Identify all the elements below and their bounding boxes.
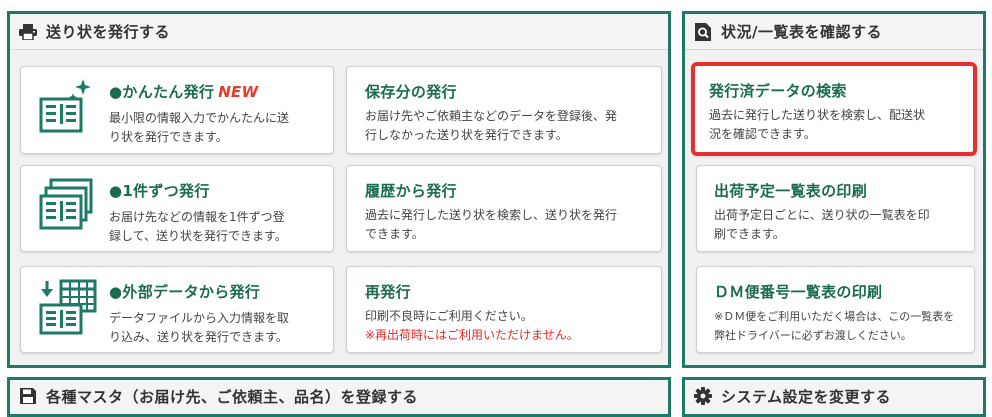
history-issue-title: 履歴から発行 bbox=[365, 182, 457, 200]
issue-panel: 送り状を発行する ●かんたん発行 NEW 最小限の情報入力でかんたんに送 り状を発… bbox=[7, 11, 671, 368]
new-badge: NEW bbox=[218, 83, 259, 101]
shipment-schedule-desc-line-2: 刷できます。 bbox=[714, 227, 785, 241]
easy-issue-desc-line-2: り状を発行できます。 bbox=[109, 130, 228, 144]
dm-number-list-print-card[interactable]: ＤＭ便番号一覧表の印刷 ※ＤＭ便をご利用いただく場合は、この一覧表を 弊社ドライ… bbox=[696, 266, 975, 353]
easy-issue-title: ●かんたん発行 bbox=[109, 83, 215, 101]
master-panel: 各種マスタ（お届け先、ご依頼主、品名）を登録する bbox=[7, 377, 671, 417]
system-panel-title: システム設定を変更する bbox=[721, 387, 892, 406]
external-data-issue-desc-line-1: データファイルから入力情報を取 bbox=[109, 311, 290, 325]
issued-data-search-description: 過去に発行した送り状を検索し、配送状 況を確認できます。 bbox=[709, 106, 925, 144]
reissue-desc-line-1: 印刷不良時にご利用ください。 bbox=[365, 309, 533, 323]
document-search-icon bbox=[693, 22, 713, 42]
external-data-issue-description: データファイルから入力情報を取 り込み、送り状を発行できます。 bbox=[109, 309, 289, 347]
saved-issue-description: お届け先やご依頼主などのデータを登録後、発 行しなかった送り状を発行できます。 bbox=[365, 107, 617, 145]
single-issue-desc-line-2: 録して、送り状を発行できます。 bbox=[109, 229, 287, 243]
history-issue-desc-line-1: 過去に発行した送り状を検索し、送り状を発行 bbox=[365, 208, 618, 222]
system-panel-header[interactable]: システム設定を変更する bbox=[685, 380, 983, 412]
master-panel-header[interactable]: 各種マスタ（お届け先、ご依頼主、品名）を登録する bbox=[10, 380, 668, 412]
data-import-icon bbox=[39, 275, 99, 341]
issue-panel-header: 送り状を発行する bbox=[10, 14, 668, 50]
dm-number-list-print-title: ＤＭ便番号一覧表の印刷 bbox=[714, 283, 883, 301]
single-issue-title: ●1件ずつ発行 bbox=[109, 182, 210, 200]
single-issue-description: お届け先などの情報を1件ずつ登 録して、送り状を発行できます。 bbox=[109, 208, 287, 246]
issued-data-search-desc-line-1: 過去に発行した送り状を検索し、配送状 bbox=[709, 108, 926, 122]
history-issue-card[interactable]: 履歴から発行 過去に発行した送り状を検索し、送り状を発行 できます。 bbox=[346, 165, 662, 252]
saved-issue-desc-line-1: お届け先やご依頼主などのデータを登録後、発 bbox=[365, 109, 618, 123]
reissue-title: 再発行 bbox=[365, 283, 411, 301]
history-issue-description: 過去に発行した送り状を検索し、送り状を発行 できます。 bbox=[365, 206, 617, 244]
saved-issue-title: 保存分の発行 bbox=[365, 83, 457, 101]
easy-issue-card[interactable]: ●かんたん発行 NEW 最小限の情報入力でかんたんに送 り状を発行できます。 bbox=[20, 66, 334, 154]
easy-issue-description: 最小限の情報入力でかんたんに送 り状を発行できます。 bbox=[109, 109, 289, 147]
easy-issue-desc-line-1: 最小限の情報入力でかんたんに送 bbox=[109, 111, 290, 125]
system-panel: システム設定を変更する bbox=[682, 377, 986, 417]
dm-number-list-print-description: ※ＤＭ便をご利用いただく場合は、この一覧表を 弊社ドライバーに必ずお渡しください… bbox=[714, 307, 954, 345]
easy-issue-title-row: ●かんたん発行 NEW bbox=[109, 81, 258, 102]
stacked-labels-icon bbox=[39, 178, 95, 244]
shipment-schedule-desc-line-1: 出荷予定日ごとに、送り状の一覧表を印 bbox=[714, 208, 930, 222]
status-panel: 状況/一覧表を確認する 発行済データの検索 過去に発行した送り状を検索し、配送状… bbox=[682, 11, 986, 368]
reissue-description: 印刷不良時にご利用ください。 ※再出荷時にはご利用いただけません。 bbox=[365, 307, 579, 345]
external-data-issue-card[interactable]: ●外部データから発行 データファイルから入力情報を取 り込み、送り状を発行できま… bbox=[20, 266, 334, 353]
shipment-schedule-print-card[interactable]: 出荷予定一覧表の印刷 出荷予定日ごとに、送り状の一覧表を印 刷できます。 bbox=[696, 165, 975, 252]
issued-data-search-desc-line-2: 況を確認できます。 bbox=[709, 127, 816, 141]
issued-data-search-title: 発行済データの検索 bbox=[709, 82, 847, 100]
saved-issue-desc-line-2: 行しなかった送り状を発行できます。 bbox=[365, 128, 568, 142]
easy-label-sparkle-icon bbox=[39, 77, 95, 139]
reissue-warning: ※再出荷時にはご利用いただけません。 bbox=[365, 328, 579, 342]
shipment-schedule-print-description: 出荷予定日ごとに、送り状の一覧表を印 刷できます。 bbox=[714, 206, 930, 244]
dm-number-desc-line-1: ※ＤＭ便をご利用いただく場合は、この一覧表を bbox=[714, 310, 955, 323]
gear-icon bbox=[693, 386, 713, 406]
master-panel-title: 各種マスタ（お届け先、ご依頼主、品名）を登録する bbox=[46, 387, 419, 406]
printer-icon bbox=[18, 22, 38, 42]
status-panel-header: 状況/一覧表を確認する bbox=[685, 14, 983, 50]
external-data-issue-desc-line-2: り込み、送り状を発行できます。 bbox=[109, 330, 288, 344]
issue-panel-title: 送り状を発行する bbox=[46, 23, 171, 41]
reissue-card[interactable]: 再発行 印刷不良時にご利用ください。 ※再出荷時にはご利用いただけません。 bbox=[346, 266, 662, 353]
shipment-schedule-print-title: 出荷予定一覧表の印刷 bbox=[714, 182, 868, 200]
status-panel-title: 状況/一覧表を確認する bbox=[721, 23, 882, 41]
issued-data-search-card[interactable]: 発行済データの検索 過去に発行した送り状を検索し、配送状 況を確認できます。 bbox=[691, 62, 977, 156]
external-data-issue-title: ●外部データから発行 bbox=[109, 283, 261, 301]
saved-issue-card[interactable]: 保存分の発行 お届け先やご依頼主などのデータを登録後、発 行しなかった送り状を発… bbox=[346, 66, 662, 154]
dm-number-desc-line-2: 弊社ドライバーに必ずお渡しください。 bbox=[714, 329, 912, 342]
save-disk-icon bbox=[18, 386, 38, 406]
single-issue-card[interactable]: ●1件ずつ発行 お届け先などの情報を1件ずつ登 録して、送り状を発行できます。 bbox=[20, 165, 334, 252]
single-issue-desc-line-1: お届け先などの情報を1件ずつ登 bbox=[109, 210, 285, 224]
history-issue-desc-line-2: できます。 bbox=[365, 227, 424, 241]
